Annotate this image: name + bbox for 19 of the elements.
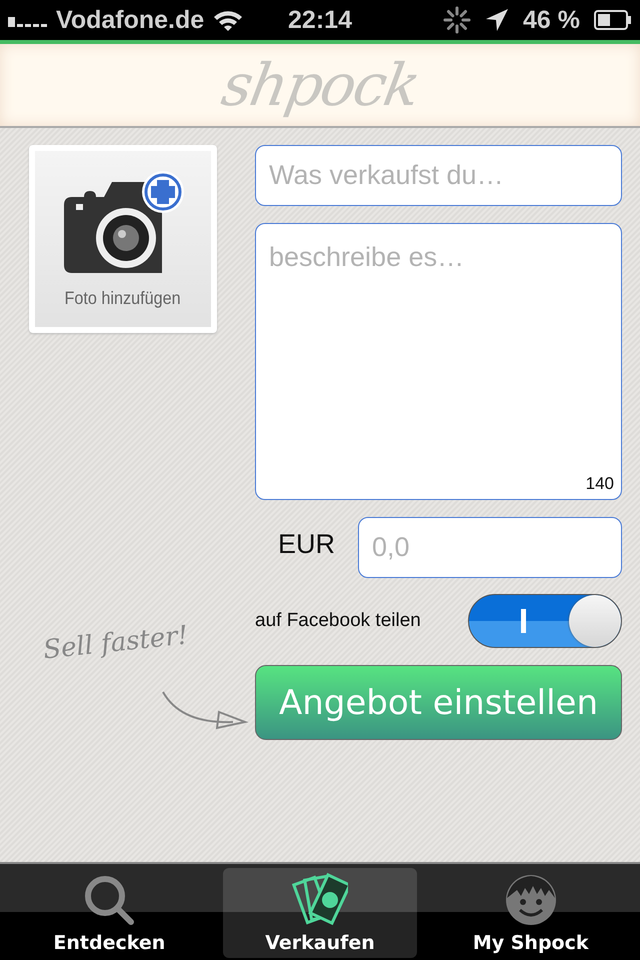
tab[interactable]: Entdecken [12,868,207,958]
tab[interactable]: My Shpock [433,868,628,958]
banknotes-icon [292,872,348,928]
tab[interactable]: Verkaufen [222,868,418,958]
price-field[interactable]: 0,0 [358,517,622,578]
character-counter: 140 [586,474,614,494]
on-indicator-icon [521,609,526,633]
currency-label: EUR [276,529,336,560]
battery-percentage: 46 % [523,6,580,34]
title-field[interactable]: Was verkaufst du… [255,145,622,206]
carrier-name: Vodafone.de [56,6,204,34]
facebook-toggle[interactable] [468,594,622,648]
spinner-icon [443,6,472,34]
facebook-share-label: auf Facebook teilen [255,610,421,632]
handwritten-hint: Sell faster! [42,620,190,665]
clock-time: 22:14 [288,6,352,34]
location-arrow-icon [485,8,510,32]
add-photo-button[interactable]: Foto hinzufügen [29,145,217,333]
battery-icon [594,10,632,30]
